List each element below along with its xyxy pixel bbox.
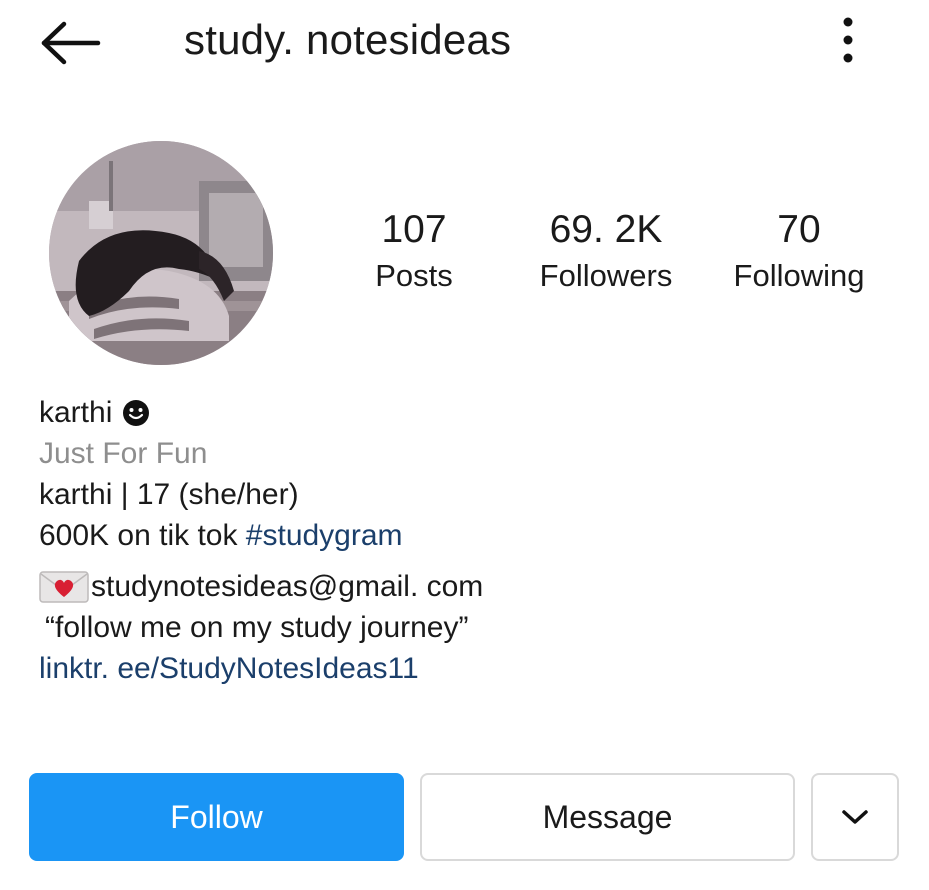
bio-website-link[interactable]: linktr. ee/StudyNotesIdeas11 [39, 648, 899, 689]
display-name-row: karthi [39, 392, 899, 433]
bio-line-tiktok: 600K on tik tok #studygram [39, 515, 899, 556]
message-button[interactable]: Message [420, 773, 795, 861]
followers-count: 69. 2K [549, 208, 663, 251]
bio-email[interactable]: studynotesideas@gmail. com [91, 566, 483, 607]
follow-button[interactable]: Follow [29, 773, 404, 861]
more-options-button[interactable] [826, 12, 870, 68]
suggested-accounts-button[interactable] [811, 773, 899, 861]
bio-email-row: studynotesideas@gmail. com [39, 566, 899, 607]
profile-bio: karthi Just For Fun karthi | 17 (she/her… [39, 392, 899, 689]
posts-label: Posts [375, 258, 453, 293]
arrow-left-icon [41, 21, 101, 65]
bio-tiktok-text: 600K on tik tok [39, 519, 246, 552]
display-name: karthi [39, 396, 113, 429]
profile-username-title: study. notesideas [184, 16, 512, 63]
bio-line-age: karthi | 17 (she/her) [39, 478, 299, 511]
smiley-icon [123, 399, 150, 426]
profile-avatar[interactable] [49, 141, 273, 365]
back-button[interactable] [38, 16, 104, 66]
stat-posts[interactable]: 107 Posts [358, 205, 470, 297]
top-bar: study. notesideas [0, 0, 929, 85]
following-label: Following [733, 258, 865, 293]
bio-quote: “follow me on my study journey” [45, 611, 469, 644]
profile-category: Just For Fun [39, 437, 208, 470]
stat-following[interactable]: 70 Following [716, 205, 882, 297]
hashtag-link[interactable]: #studygram [246, 519, 403, 552]
chevron-down-icon [842, 810, 868, 824]
love-letter-icon [39, 570, 89, 603]
stat-followers[interactable]: 69. 2K Followers [522, 205, 690, 297]
posts-count: 107 [381, 208, 447, 251]
followers-label: Followers [539, 258, 673, 293]
following-count: 70 [777, 208, 821, 251]
more-vertical-icon [843, 17, 853, 63]
avatar-image [49, 141, 273, 365]
